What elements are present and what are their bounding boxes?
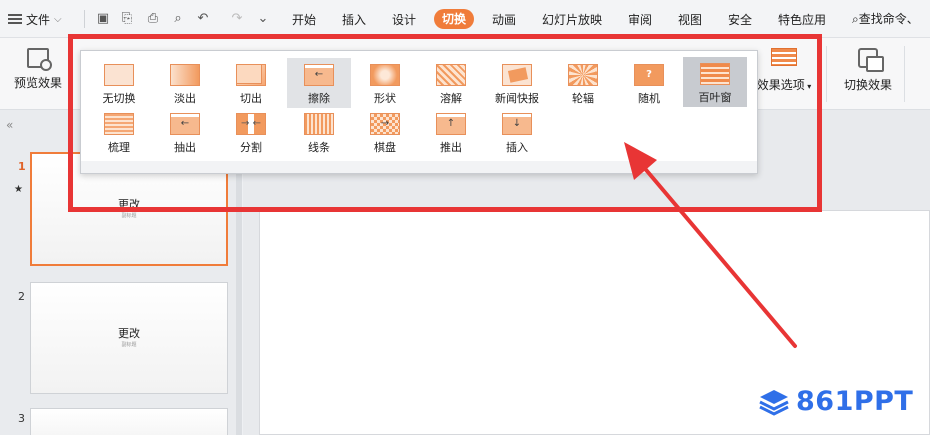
watermark: 861PPT xyxy=(758,386,913,417)
watermark-text: 861PPT xyxy=(796,386,914,417)
layers-logo-icon xyxy=(759,389,789,416)
annotation-arrow xyxy=(624,142,797,348)
